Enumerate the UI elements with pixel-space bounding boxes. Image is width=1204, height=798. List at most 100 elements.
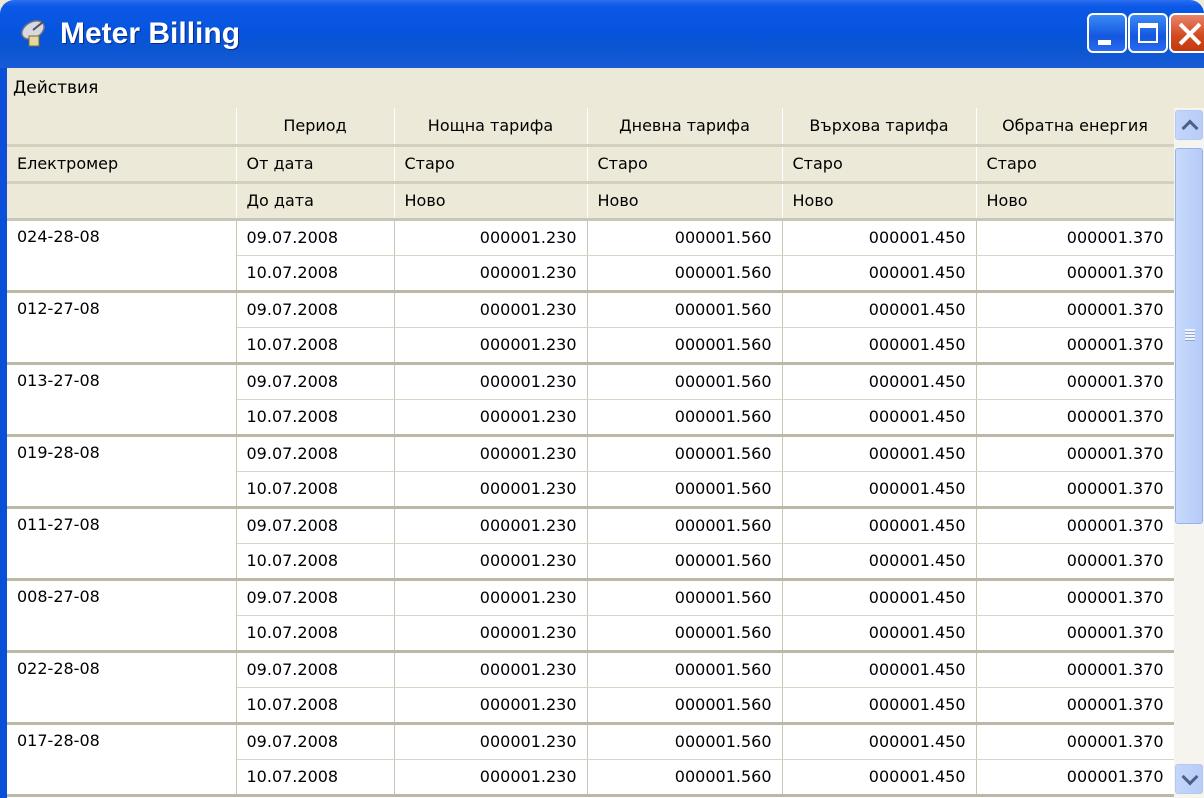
period-cell[interactable]: 09.07.2008 <box>236 291 395 328</box>
period-cell[interactable]: 09.07.2008 <box>236 579 395 616</box>
period-cell[interactable]: 09.07.2008 <box>236 651 395 688</box>
scroll-thumb[interactable] <box>1175 148 1203 524</box>
day-cell[interactable]: 000001.560 <box>587 759 783 797</box>
header-day-tariff[interactable]: Дневна тарифа <box>587 108 783 147</box>
peak-cell[interactable]: 000001.450 <box>782 471 977 509</box>
day-cell[interactable]: 000001.560 <box>587 543 783 581</box>
period-cell[interactable]: 10.07.2008 <box>236 759 395 797</box>
peak-cell[interactable]: 000001.450 <box>782 507 977 544</box>
menu-actions[interactable]: Действия <box>13 76 98 100</box>
peak-cell[interactable]: 000001.450 <box>782 687 977 725</box>
night-cell[interactable]: 000001.230 <box>394 471 588 509</box>
header-reverse-energy[interactable]: Обратна енергия <box>976 108 1174 147</box>
title-bar[interactable]: Meter Billing <box>0 0 1204 68</box>
reverse-cell[interactable]: 000001.370 <box>976 219 1174 256</box>
table-row[interactable]: 011-27-08 09.07.2008 000001.230 000001.560 0… <box>7 507 1174 581</box>
peak-cell[interactable]: 000001.450 <box>782 399 977 437</box>
reverse-cell[interactable]: 000001.370 <box>976 435 1174 472</box>
header-night-new[interactable]: Ново <box>394 182 588 221</box>
peak-cell[interactable]: 000001.450 <box>782 327 977 365</box>
header-day-new[interactable]: Ново <box>587 182 783 221</box>
day-cell[interactable]: 000001.560 <box>587 435 783 472</box>
peak-cell[interactable]: 000001.450 <box>782 435 977 472</box>
day-cell[interactable]: 000001.560 <box>587 363 783 400</box>
day-cell[interactable]: 000001.560 <box>587 219 783 256</box>
meter-id-cell[interactable]: 012-27-08 <box>7 291 237 365</box>
day-cell[interactable]: 000001.560 <box>587 723 783 760</box>
period-cell[interactable]: 09.07.2008 <box>236 363 395 400</box>
reverse-cell[interactable]: 000001.370 <box>976 687 1174 725</box>
night-cell[interactable]: 000001.230 <box>394 687 588 725</box>
peak-cell[interactable]: 000001.450 <box>782 219 977 256</box>
night-cell[interactable]: 000001.230 <box>394 543 588 581</box>
night-cell[interactable]: 000001.230 <box>394 327 588 365</box>
reverse-cell[interactable]: 000001.370 <box>976 579 1174 616</box>
reverse-cell[interactable]: 000001.370 <box>976 507 1174 544</box>
day-cell[interactable]: 000001.560 <box>587 507 783 544</box>
night-cell[interactable]: 000001.230 <box>394 759 588 797</box>
reverse-cell[interactable]: 000001.370 <box>976 759 1174 797</box>
reverse-cell[interactable]: 000001.370 <box>976 651 1174 688</box>
night-cell[interactable]: 000001.230 <box>394 399 588 437</box>
night-cell[interactable]: 000001.230 <box>394 363 588 400</box>
table-row[interactable]: 019-28-08 09.07.2008 000001.230 000001.560 0… <box>7 435 1174 509</box>
maximize-button[interactable] <box>1128 13 1168 53</box>
day-cell[interactable]: 000001.560 <box>587 651 783 688</box>
minimize-button[interactable] <box>1087 13 1127 53</box>
night-cell[interactable]: 000001.230 <box>394 723 588 760</box>
header-to-date[interactable]: До дата <box>236 182 395 221</box>
reverse-cell[interactable]: 000001.370 <box>976 255 1174 293</box>
peak-cell[interactable]: 000001.450 <box>782 651 977 688</box>
close-button[interactable] <box>1169 13 1204 53</box>
reverse-cell[interactable]: 000001.370 <box>976 327 1174 365</box>
night-cell[interactable]: 000001.230 <box>394 651 588 688</box>
scroll-down-button[interactable] <box>1175 764 1203 794</box>
period-cell[interactable]: 10.07.2008 <box>236 255 395 293</box>
table-row[interactable]: 024-28-08 09.07.2008 000001.230 000001.560 0… <box>7 219 1174 293</box>
peak-cell[interactable]: 000001.450 <box>782 615 977 653</box>
period-cell[interactable]: 10.07.2008 <box>236 543 395 581</box>
reverse-cell[interactable]: 000001.370 <box>976 399 1174 437</box>
reverse-cell[interactable]: 000001.370 <box>976 723 1174 760</box>
day-cell[interactable]: 000001.560 <box>587 399 783 437</box>
period-cell[interactable]: 09.07.2008 <box>236 219 395 256</box>
period-cell[interactable]: 09.07.2008 <box>236 723 395 760</box>
billing-grid[interactable]: Период Нощна тарифа Дневна тарифа Върхов… <box>7 108 1174 798</box>
header-reverse-old[interactable]: Старо <box>976 145 1174 184</box>
night-cell[interactable]: 000001.230 <box>394 291 588 328</box>
vertical-scrollbar[interactable] <box>1174 108 1204 798</box>
table-row[interactable]: 013-27-08 09.07.2008 000001.230 000001.560 0… <box>7 363 1174 437</box>
day-cell[interactable]: 000001.560 <box>587 687 783 725</box>
meter-id-cell[interactable]: 017-28-08 <box>7 723 237 797</box>
reverse-cell[interactable]: 000001.370 <box>976 363 1174 400</box>
header-peak-tariff[interactable]: Върхова тарифа <box>782 108 977 147</box>
night-cell[interactable]: 000001.230 <box>394 507 588 544</box>
header-night-old[interactable]: Старо <box>394 145 588 184</box>
night-cell[interactable]: 000001.230 <box>394 615 588 653</box>
header-reverse-new[interactable]: Ново <box>976 182 1174 221</box>
table-row[interactable]: 012-27-08 09.07.2008 000001.230 000001.560 0… <box>7 291 1174 365</box>
peak-cell[interactable]: 000001.450 <box>782 759 977 797</box>
peak-cell[interactable]: 000001.450 <box>782 363 977 400</box>
header-period[interactable]: Период <box>236 108 395 147</box>
period-cell[interactable]: 10.07.2008 <box>236 399 395 437</box>
peak-cell[interactable]: 000001.450 <box>782 291 977 328</box>
peak-cell[interactable]: 000001.450 <box>782 543 977 581</box>
day-cell[interactable]: 000001.560 <box>587 615 783 653</box>
period-cell[interactable]: 09.07.2008 <box>236 435 395 472</box>
night-cell[interactable]: 000001.230 <box>394 579 588 616</box>
header-meter[interactable]: Електромер <box>7 145 237 184</box>
day-cell[interactable]: 000001.560 <box>587 579 783 616</box>
header-peak-new[interactable]: Ново <box>782 182 977 221</box>
meter-id-cell[interactable]: 024-28-08 <box>7 219 237 293</box>
period-cell[interactable]: 10.07.2008 <box>236 327 395 365</box>
meter-id-cell[interactable]: 011-27-08 <box>7 507 237 581</box>
night-cell[interactable]: 000001.230 <box>394 255 588 293</box>
header-day-old[interactable]: Старо <box>587 145 783 184</box>
peak-cell[interactable]: 000001.450 <box>782 255 977 293</box>
reverse-cell[interactable]: 000001.370 <box>976 543 1174 581</box>
day-cell[interactable]: 000001.560 <box>587 471 783 509</box>
reverse-cell[interactable]: 000001.370 <box>976 471 1174 509</box>
night-cell[interactable]: 000001.230 <box>394 219 588 256</box>
peak-cell[interactable]: 000001.450 <box>782 723 977 760</box>
